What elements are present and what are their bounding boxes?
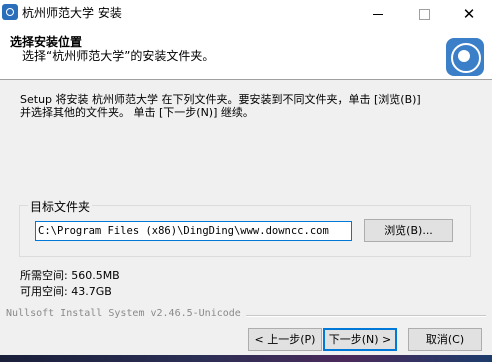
nsis-branding: Nullsoft Install System v2.46.5-Unicode bbox=[6, 308, 241, 319]
window-title: 杭州师范大学 安装 bbox=[22, 6, 122, 20]
browse-button[interactable]: 浏览(B)... bbox=[364, 219, 453, 242]
maximize-button[interactable] bbox=[401, 0, 447, 28]
install-path-input[interactable]: C:\Program Files (x86)\DingDing\www.down… bbox=[35, 221, 352, 241]
minimize-button[interactable] bbox=[355, 0, 401, 28]
space-available: 可用空间: 43.7GB bbox=[20, 285, 112, 298]
desktop-background-strip bbox=[0, 355, 492, 362]
intro-line-1: Setup 将安装 杭州师范大学 在下列文件夹。要安装到不同文件夹，单击 [浏览… bbox=[20, 93, 421, 106]
page-subtitle: 选择“杭州师范大学”的安装文件夹。 bbox=[22, 49, 215, 63]
close-icon: ✕ bbox=[462, 4, 476, 23]
back-button[interactable]: < 上一步(P) bbox=[248, 328, 322, 351]
intro-text: Setup 将安装 杭州师范大学 在下列文件夹。要安装到不同文件夹，单击 [浏览… bbox=[20, 93, 480, 119]
space-required: 所需空间: 560.5MB bbox=[20, 269, 120, 282]
installer-window: 杭州师范大学 安装 ✕ 选择安装位置 选择“杭州师范大学”的安装文件夹。 Set… bbox=[0, 0, 492, 362]
cancel-button[interactable]: 取消(C) bbox=[408, 328, 482, 351]
university-logo bbox=[446, 38, 484, 76]
title-bar[interactable]: 杭州师范大学 安装 ✕ bbox=[0, 0, 492, 28]
destination-legend: 目标文件夹 bbox=[28, 198, 93, 215]
intro-line-2: 并选择其他的文件夹。 单击 [下一步(N)] 继续。 bbox=[20, 106, 254, 119]
close-button[interactable]: ✕ bbox=[446, 0, 492, 28]
page-header: 选择安装位置 选择“杭州师范大学”的安装文件夹。 bbox=[0, 28, 492, 80]
next-button[interactable]: 下一步(N) > bbox=[323, 328, 397, 351]
branding-divider bbox=[246, 315, 486, 317]
minimize-icon bbox=[373, 13, 383, 15]
app-icon bbox=[2, 4, 18, 20]
maximize-icon bbox=[418, 8, 430, 20]
logo-center bbox=[458, 50, 470, 62]
